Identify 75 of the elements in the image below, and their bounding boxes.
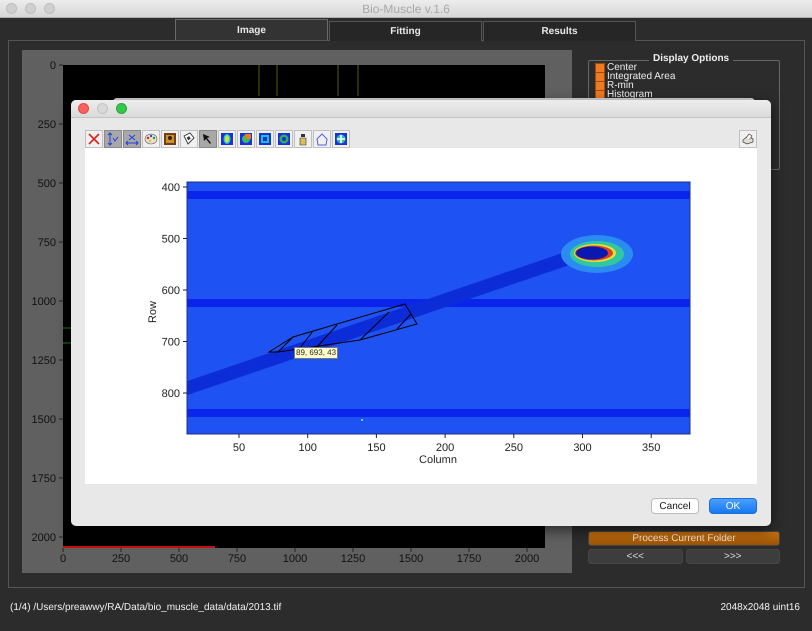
toolbar-button[interactable] <box>218 130 236 148</box>
x-tick-label: 250 <box>504 442 523 454</box>
option-label: R-min <box>607 80 634 91</box>
print-button[interactable] <box>739 130 757 148</box>
file-path: (1/4) /Users/preawwy/RA/Data/bio_muscle_data/data/2013.tif <box>10 602 282 613</box>
x-tick-label: 150 <box>367 442 386 454</box>
x-tick-label: 200 <box>436 442 454 454</box>
tab[interactable]: Image <box>175 19 328 40</box>
y-tick-label: 500 <box>38 178 56 190</box>
y-tick-label: 600 <box>162 285 180 297</box>
x-tick-label: 500 <box>170 553 188 565</box>
cross-icon <box>87 132 101 146</box>
x-tick-label: 1750 <box>456 553 482 565</box>
y-tick-label: 0 <box>50 60 56 72</box>
option-label: Center <box>607 62 638 73</box>
y-tick-label: 1500 <box>32 414 56 426</box>
toolbar-button[interactable] <box>256 130 274 148</box>
diffraction-spot <box>561 235 633 273</box>
checkbox[interactable] <box>595 62 605 72</box>
horizontal-arrow-icon <box>125 132 139 146</box>
heatmap-icon <box>277 132 291 146</box>
group-title: Display Options <box>649 53 734 64</box>
pixel-value-tooltip: 89, 693, 43 <box>294 347 338 359</box>
x-tick-label: 1500 <box>398 553 424 565</box>
x-tick-label: 300 <box>573 442 592 454</box>
tab[interactable]: Fitting <box>329 21 482 41</box>
toolbar-button[interactable] <box>180 130 198 148</box>
toolbar-button[interactable] <box>294 130 312 148</box>
close-button[interactable] <box>78 103 89 114</box>
next-button[interactable]: >>> <box>686 549 780 564</box>
y-tick-label: 1250 <box>32 355 56 367</box>
option-label: Integrated Area <box>607 71 676 82</box>
x-tick-label: 350 <box>642 442 660 454</box>
heatmap-icon <box>239 132 253 146</box>
x-tick-label: 1000 <box>282 553 308 565</box>
vertical-arrow-icon <box>106 132 120 146</box>
process-current-folder-button[interactable]: Process Current Folder <box>588 531 780 546</box>
x-tick-label: 1250 <box>340 553 366 565</box>
toolbar-button[interactable] <box>161 130 179 148</box>
x-tick-label: 250 <box>112 553 130 565</box>
heatmap-icon <box>220 132 234 146</box>
house-outline-icon <box>315 132 329 146</box>
checkbox[interactable] <box>595 80 605 90</box>
y-tick-label: 2000 <box>32 532 56 544</box>
x-tick-label: 750 <box>228 553 246 565</box>
y-tick-label: 700 <box>162 336 180 348</box>
zoom-button[interactable] <box>116 103 127 114</box>
toolbar-button[interactable] <box>332 130 350 148</box>
picture-icon <box>163 132 177 146</box>
tab[interactable]: Results <box>483 21 636 41</box>
heatmap-icon <box>258 132 272 146</box>
x-axis-label: Column <box>419 454 457 466</box>
previous-button[interactable]: <<< <box>588 549 682 564</box>
y-tick-label: 400 <box>162 182 180 194</box>
x-tick-label: 2000 <box>514 553 540 565</box>
y-tick-label: 1750 <box>32 473 56 485</box>
window-title: Bio-Muscle v.1.6 <box>362 2 450 16</box>
toolbar-button[interactable] <box>275 130 293 148</box>
option-label: Histogram <box>607 89 653 100</box>
y-tick-label: 800 <box>162 388 180 400</box>
cancel-button[interactable]: Cancel <box>651 498 699 514</box>
y-tick-label: 500 <box>162 234 180 246</box>
image-info: 2048x2048 uint16 <box>720 602 800 613</box>
y-tick-label: 1000 <box>32 296 56 308</box>
y-axis-label: Row <box>147 301 159 323</box>
toolbar-button[interactable] <box>199 130 217 148</box>
x-tick-label: 100 <box>298 442 317 454</box>
toolbar-button[interactable] <box>237 130 255 148</box>
plus-heatmap-icon <box>334 132 348 146</box>
y-tick-label: 250 <box>38 119 56 131</box>
y-tick-label: 750 <box>38 237 56 249</box>
palette-icon <box>144 132 158 146</box>
x-tick-label: 50 <box>232 442 246 454</box>
checkbox[interactable] <box>595 72 605 82</box>
x-tick-label: 0 <box>60 553 66 565</box>
